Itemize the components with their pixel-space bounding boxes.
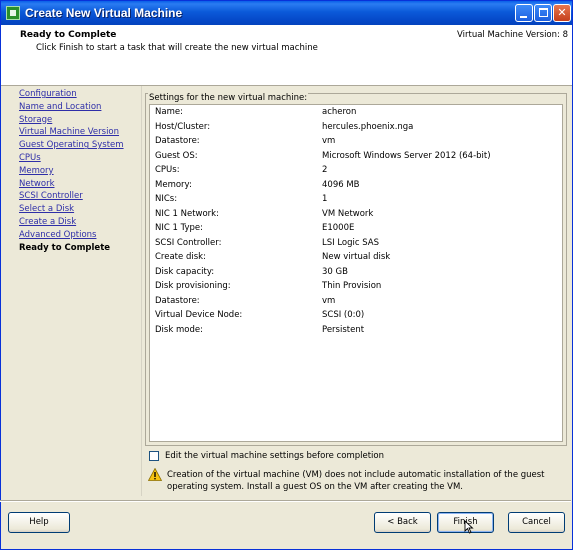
settings-value: 1 <box>322 194 328 204</box>
footer-divider-highlight <box>0 501 571 502</box>
settings-key: SCSI Controller: <box>155 237 222 248</box>
settings-value: 4096 MB <box>322 179 360 190</box>
settings-value: 2 <box>322 165 328 175</box>
settings-value: Persistent <box>322 324 365 335</box>
nav-step-name-location[interactable]: Name and Location <box>19 101 139 114</box>
nav-divider <box>141 86 142 496</box>
settings-row: Datastore: vm <box>150 134 562 149</box>
settings-list[interactable]: Name: acheron Host/Cluster: hercules.phoeni… <box>149 104 563 442</box>
settings-row: SCSI Controller: LSI Logic SAS <box>150 236 562 251</box>
settings-row: Create disk: New virtual disk <box>150 250 562 265</box>
step-title: Ready to Complete <box>20 30 117 40</box>
settings-value: 30 GB <box>322 266 348 277</box>
settings-key: Datastore: <box>155 136 200 146</box>
settings-key: Disk capacity: <box>155 266 215 277</box>
nav-step-scsi-controller[interactable]: SCSI Controller <box>19 190 139 203</box>
settings-key: Disk mode: <box>155 324 203 335</box>
nav-step-create-disk[interactable]: Create a Disk <box>19 216 139 229</box>
nav-step-configuration[interactable]: Configuration <box>19 88 139 101</box>
wizard-header: Ready to Complete Click Finish to start … <box>1 25 572 86</box>
nav-step-storage[interactable]: Storage <box>19 114 139 127</box>
nav-step-ready-to-complete: Ready to Complete <box>19 242 111 253</box>
nav-step-vm-version[interactable]: Virtual Machine Version <box>19 126 139 139</box>
settings-key: Datastore: <box>155 295 200 306</box>
close-button[interactable]: ✕ <box>553 4 571 22</box>
nav-step-advanced-options[interactable]: Advanced Options <box>19 229 139 242</box>
vm-app-icon <box>6 6 20 20</box>
settings-row: Datastore: vm <box>150 294 562 309</box>
settings-value: Thin Provision <box>322 281 382 291</box>
help-button[interactable]: Help <box>8 512 70 533</box>
maximize-button[interactable] <box>534 4 552 22</box>
minimize-button[interactable] <box>515 4 533 22</box>
close-icon: ✕ <box>557 6 567 19</box>
nav-step-cpus[interactable]: CPUs <box>19 152 139 165</box>
settings-key: CPUs: <box>155 165 180 175</box>
title-bar[interactable]: Create New Virtual Machine ✕ <box>1 1 572 25</box>
settings-value: VM Network <box>322 208 374 219</box>
settings-group-label: Settings for the new virtual machine: <box>148 93 309 103</box>
settings-row: NICs: 1 <box>150 192 562 207</box>
settings-value: LSI Logic SAS <box>322 237 380 248</box>
settings-row: Name: acheron <box>150 105 562 120</box>
settings-value: New virtual disk <box>322 252 391 262</box>
nav-step-select-disk[interactable]: Select a Disk <box>19 203 139 216</box>
settings-row: NIC 1 Type: E1000E <box>150 221 562 236</box>
nav-step-guest-os[interactable]: Guest Operating System <box>19 139 139 152</box>
settings-value: E1000E <box>322 223 355 233</box>
settings-value: Microsoft Windows Server 2012 (64-bit) <box>322 150 491 161</box>
settings-value: hercules.phoenix.nga <box>322 121 414 132</box>
settings-row: Guest OS: Microsoft Windows Server 2012 (… <box>150 149 562 164</box>
settings-row: Disk capacity: 30 GB <box>150 265 562 280</box>
settings-value: SCSI (0:0) <box>322 310 365 320</box>
settings-value: vm <box>322 136 336 146</box>
edit-settings-checkbox[interactable] <box>149 451 159 461</box>
mouse-cursor-icon <box>464 520 474 534</box>
settings-value: vm <box>322 295 336 306</box>
wizard-steps-nav: Configuration Name and Location Storage … <box>19 88 139 254</box>
step-subtitle: Click Finish to start a task that will c… <box>36 43 318 53</box>
settings-key: NICs: <box>155 194 178 204</box>
settings-group: Settings for the new virtual machine: Na… <box>145 93 567 446</box>
settings-key: Memory: <box>155 179 192 190</box>
settings-row: CPUs: 2 <box>150 163 562 178</box>
settings-row: Host/Cluster: hercules.phoenix.nga <box>150 120 562 135</box>
settings-key: Disk provisioning: <box>155 281 231 291</box>
warning-text: Creation of the virtual machine (VM) doe… <box>167 470 545 492</box>
settings-key: Host/Cluster: <box>155 121 211 132</box>
settings-row: NIC 1 Network: VM Network <box>150 207 562 222</box>
settings-key: NIC 1 Network: <box>155 208 219 219</box>
settings-key: NIC 1 Type: <box>155 223 203 233</box>
settings-key: Virtual Device Node: <box>155 310 243 320</box>
settings-row: Memory: 4096 MB <box>150 178 562 193</box>
window-title: Create New Virtual Machine <box>25 6 183 20</box>
cancel-button[interactable]: Cancel <box>508 512 565 533</box>
settings-row: Disk provisioning: Thin Provision <box>150 279 562 294</box>
settings-row: Virtual Device Node: SCSI (0:0) <box>150 308 562 323</box>
back-button[interactable]: < Back <box>374 512 431 533</box>
settings-value: acheron <box>322 107 357 117</box>
settings-key: Name: <box>155 107 183 117</box>
settings-row: Disk mode: Persistent <box>150 323 562 338</box>
nav-step-memory[interactable]: Memory <box>19 165 139 178</box>
vm-version-label: Virtual Machine Version: 8 <box>457 30 568 40</box>
settings-key: Create disk: <box>155 252 206 262</box>
settings-key: Guest OS: <box>155 150 198 161</box>
warning-icon <box>148 468 162 481</box>
edit-settings-label[interactable]: Edit the virtual machine settings before… <box>165 451 384 461</box>
nav-step-network[interactable]: Network <box>19 178 139 191</box>
